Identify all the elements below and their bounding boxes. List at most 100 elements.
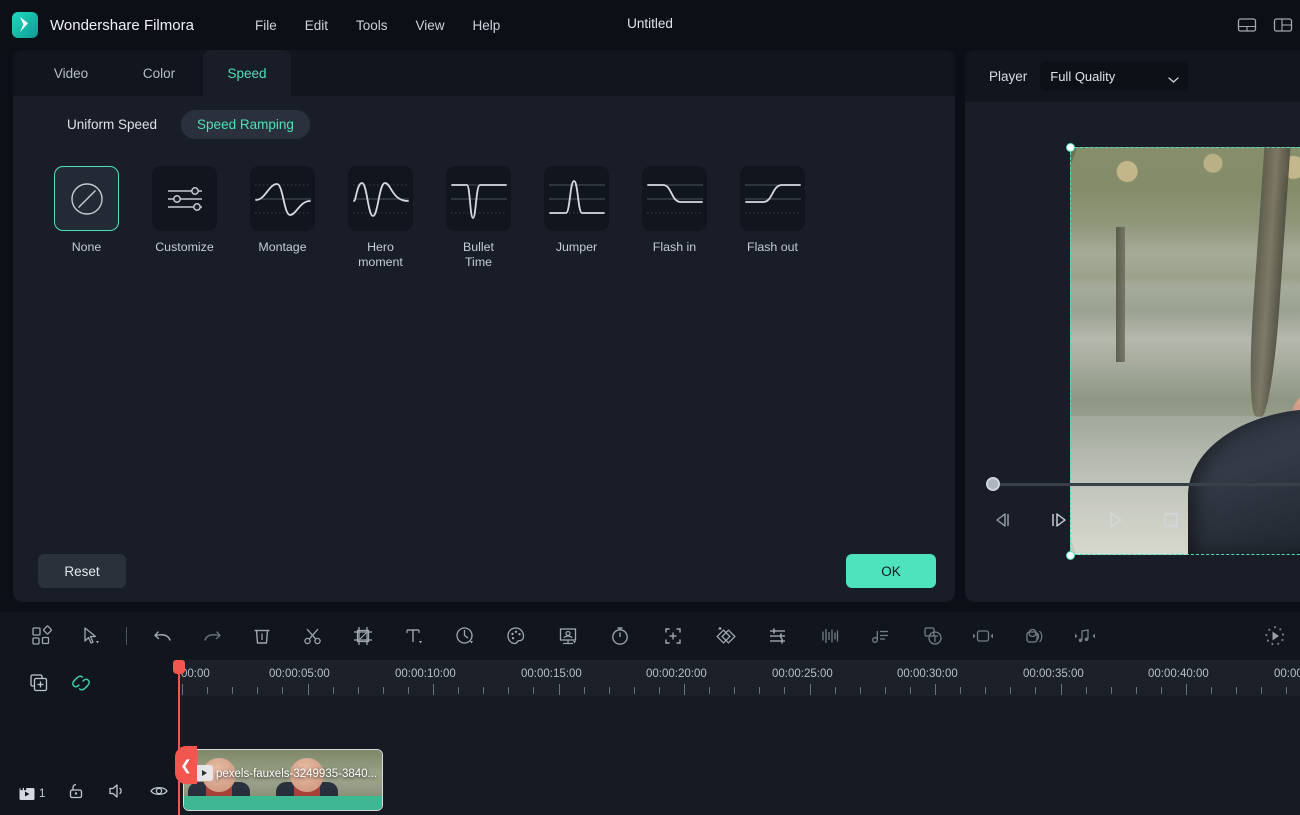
lock-icon[interactable] — [67, 782, 85, 805]
step-forward-button[interactable] — [1045, 506, 1073, 534]
undo-icon[interactable] — [150, 623, 176, 649]
ruler-tick-minor — [1010, 687, 1012, 694]
ruler-tick-minor — [483, 687, 485, 694]
add-marker-icon[interactable] — [660, 623, 686, 649]
ruler-tick-minor — [1160, 687, 1162, 694]
timeline-clip[interactable]: pexels-fauxels-3249935-3840... — [183, 749, 383, 811]
preset-none[interactable]: None — [54, 166, 119, 270]
layout-grid-icon[interactable] — [1272, 14, 1294, 36]
preset-hero-moment-tile — [348, 166, 413, 231]
preset-label: Montage — [258, 240, 307, 254]
add-track-icon[interactable] — [28, 672, 50, 699]
resize-handle-bottom-left[interactable] — [1066, 551, 1075, 560]
select-tool-icon[interactable] — [78, 623, 104, 649]
ruler-label: 00:00:30:00 — [897, 668, 958, 680]
timeline-track-area[interactable]: pexels-fauxels-3249935-3840... ❮ — [175, 696, 1300, 815]
menu-item-tools[interactable]: Tools — [342, 12, 402, 39]
text-tool-icon[interactable] — [401, 623, 427, 649]
player-label: Player — [989, 68, 1028, 84]
tab-speed[interactable]: Speed — [203, 50, 291, 96]
stop-button[interactable] — [1157, 506, 1185, 534]
track-controls: 1 — [18, 782, 169, 805]
scrubber-knob[interactable] — [986, 477, 1000, 491]
crop-icon[interactable] — [350, 623, 376, 649]
audio-detach-icon[interactable] — [868, 623, 894, 649]
ruler-tick-minor — [909, 687, 911, 694]
ruler-tick-minor — [332, 687, 334, 694]
preset-flash-out[interactable]: Flash out — [740, 166, 805, 270]
play-button[interactable] — [1101, 506, 1129, 534]
playback-scrubber[interactable] — [965, 474, 1300, 494]
preset-bullet-time[interactable]: Bullet Time — [446, 166, 511, 270]
layout-panel-icon[interactable] — [1236, 14, 1258, 36]
ruler-tick-minor — [508, 687, 510, 694]
split-scissors-icon[interactable] — [300, 623, 326, 649]
speed-panel-body: Uniform Speed Speed Ramping None Customi… — [13, 96, 955, 602]
ruler-tick-minor — [382, 687, 384, 694]
auto-caption-icon[interactable] — [920, 623, 946, 649]
preset-hero-moment[interactable]: Hero moment — [348, 166, 413, 270]
speed-ramping-presets: None Customize Montage Hero moment Bulle… — [13, 139, 955, 270]
stopwatch-icon[interactable] — [607, 623, 633, 649]
ruler-tick-minor — [232, 687, 234, 694]
tab-video[interactable]: Video — [27, 50, 115, 96]
adjust-sliders-icon[interactable] — [765, 623, 791, 649]
preset-bullet-time-tile — [446, 166, 511, 231]
menu-item-view[interactable]: View — [402, 12, 459, 39]
none-circle-slash-icon — [70, 182, 103, 215]
beat-detect-icon[interactable] — [1072, 623, 1098, 649]
step-back-button[interactable] — [989, 506, 1017, 534]
video-track-icon — [19, 787, 35, 800]
render-preview-icon[interactable] — [1262, 623, 1288, 649]
video-stage — [965, 102, 1300, 560]
mask-icon[interactable] — [713, 623, 739, 649]
playhead-handle[interactable] — [173, 660, 185, 674]
ruler-tick-major — [809, 684, 811, 695]
toolbar-divider — [126, 627, 127, 645]
preset-flash-in-tile — [642, 166, 707, 231]
delete-icon[interactable] — [249, 623, 275, 649]
ruler-tick-minor — [1286, 687, 1288, 694]
preset-customize[interactable]: Customize — [152, 166, 217, 270]
preset-flash-in[interactable]: Flash in — [642, 166, 707, 270]
ruler-tick-major — [1060, 684, 1062, 695]
ruler-tick-major — [935, 684, 936, 695]
green-screen-icon[interactable] — [555, 623, 581, 649]
panel-footer: Reset OK — [13, 554, 955, 588]
audio-sync-icon[interactable] — [1022, 623, 1048, 649]
ruler-tick-minor — [1085, 687, 1087, 694]
menu-item-help[interactable]: Help — [459, 12, 515, 39]
timeline-ruler[interactable]: 00:00 00:00:05:00 00:00:10:00 00:00:15:0… — [178, 660, 1300, 696]
media-library-icon[interactable] — [28, 623, 54, 649]
eye-visibility-icon[interactable] — [149, 782, 169, 805]
preset-jumper[interactable]: Jumper — [544, 166, 609, 270]
speed-icon[interactable] — [452, 623, 478, 649]
playhead[interactable] — [173, 660, 185, 815]
mode-speed-ramping[interactable]: Speed Ramping — [181, 110, 310, 139]
preset-label: Bullet Time — [463, 240, 494, 269]
scrubber-track[interactable] — [992, 483, 1300, 486]
menu-item-edit[interactable]: Edit — [291, 12, 342, 39]
audio-waveform-icon[interactable] — [817, 623, 843, 649]
preset-jumper-tile — [544, 166, 609, 231]
link-icon[interactable] — [70, 672, 92, 699]
menu-item-file[interactable]: File — [241, 12, 291, 39]
preset-montage[interactable]: Montage — [250, 166, 315, 270]
quality-select[interactable]: Full Quality — [1040, 61, 1189, 91]
filmora-window: Wondershare Filmora File Edit Tools View… — [0, 0, 1300, 815]
tab-color[interactable]: Color — [115, 50, 203, 96]
timeline-header: 1 — [0, 660, 178, 815]
ruler-tick-minor — [407, 687, 409, 694]
redo-icon[interactable] — [199, 623, 225, 649]
ruler-tick-minor — [658, 687, 660, 694]
color-palette-icon[interactable] — [503, 623, 529, 649]
fit-to-frame-icon[interactable] — [970, 623, 996, 649]
menu-bar: File Edit Tools View Help — [241, 12, 514, 39]
resize-handle-top-left[interactable] — [1066, 143, 1075, 152]
mute-speaker-icon[interactable] — [107, 782, 127, 805]
ok-button[interactable]: OK — [846, 554, 936, 588]
ruler-label: 00:00 — [1274, 668, 1300, 680]
mode-uniform-speed[interactable]: Uniform Speed — [51, 110, 173, 139]
ruler-tick-minor — [282, 687, 284, 694]
reset-button[interactable]: Reset — [38, 554, 126, 588]
